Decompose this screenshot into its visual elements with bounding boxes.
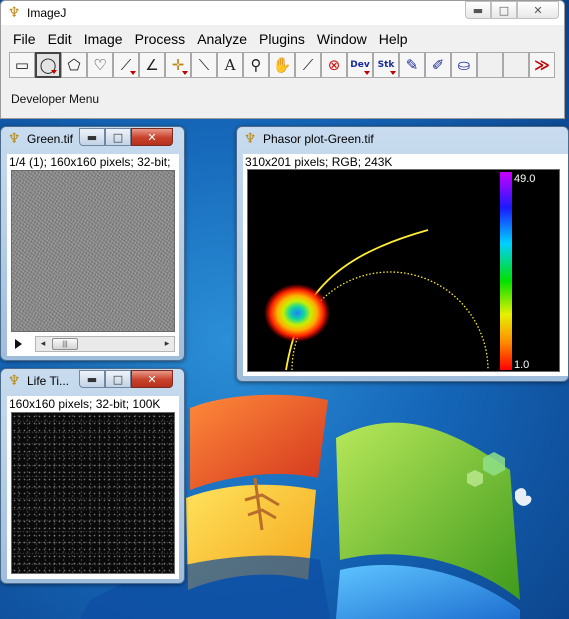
point-tool[interactable]: ✛ xyxy=(165,52,191,78)
imagej-minimize-button[interactable]: ▬ xyxy=(465,1,491,19)
polygon-tool[interactable]: ⬠ xyxy=(61,52,87,78)
wand-tool[interactable]: ⟍ xyxy=(191,52,217,78)
empty-tool-slot xyxy=(477,52,503,78)
phasor-plot-window: ♆ Phasor plot-Green.tif 310x201 pixels; … xyxy=(236,126,569,382)
tool-bar: ▭ ◯ ⬠ ♡ ⟋ ∠ ✛ ⟍ A ⚲ ✋ ⟋ ⊗ Dev Stk ✎ ✐ ⛀ … xyxy=(9,52,555,78)
menu-bar: File Edit Image Process Analyze Plugins … xyxy=(7,29,414,49)
menu-window[interactable]: Window xyxy=(311,29,373,49)
imagej-microscope-icon: ♆ xyxy=(7,373,21,389)
slice-scrollbar[interactable]: ◂ ||| ▸ xyxy=(35,336,175,352)
dev-menu-tool[interactable]: Dev xyxy=(347,52,373,78)
text-tool[interactable]: A xyxy=(217,52,243,78)
pencil-tool[interactable]: ✎ xyxy=(399,52,425,78)
phasor-cluster xyxy=(264,284,330,342)
green-image-window: ♆ Green.tif ▬ □ ✕ 1/4 (1); 160x160 pixel… xyxy=(0,126,185,361)
text-icon: A xyxy=(224,56,236,74)
lifetime-title: Life Ti... xyxy=(27,374,70,388)
freehand-tool[interactable]: ♡ xyxy=(87,52,113,78)
slice-scroll-thumb[interactable]: ||| xyxy=(52,338,78,350)
polygon-icon: ⬠ xyxy=(67,56,81,74)
menu-process[interactable]: Process xyxy=(129,29,192,49)
imagej-maximize-button[interactable]: □ xyxy=(491,1,517,19)
green-title: Green.tif xyxy=(27,132,74,146)
phasor-titlebar[interactable]: ♆ Phasor plot-Green.tif xyxy=(237,127,568,151)
magnifier-tool[interactable]: ⚲ xyxy=(243,52,269,78)
green-close-button[interactable]: ✕ xyxy=(131,128,173,146)
imagej-close-button[interactable]: ✕ xyxy=(517,1,559,19)
scroll-hand-tool[interactable]: ✋ xyxy=(269,52,295,78)
scroll-left-arrow[interactable]: ◂ xyxy=(36,337,50,351)
imagej-main-window: ♆ ImageJ ▬ □ ✕ File Edit Image Process A… xyxy=(0,0,565,119)
flood-fill-tool[interactable]: ⛀ xyxy=(451,52,477,78)
phasor-info-line: 310x201 pixels; RGB; 243K xyxy=(245,155,565,169)
status-bar: Developer Menu xyxy=(11,92,100,106)
menu-analyze[interactable]: Analyze xyxy=(191,29,253,49)
menu-help[interactable]: Help xyxy=(373,29,414,49)
oval-tool[interactable]: ◯ xyxy=(35,52,61,78)
imagej-titlebar[interactable]: ♆ ImageJ ▬ □ ✕ xyxy=(1,1,564,25)
brush-icon: ✐ xyxy=(431,56,445,74)
color-picker-tool[interactable]: ⟋ xyxy=(295,52,321,78)
green-image-canvas[interactable] xyxy=(11,170,175,332)
double-chevron-icon: ≫ xyxy=(534,56,550,74)
green-titlebar[interactable]: ♆ Green.tif ▬ □ ✕ xyxy=(1,127,184,151)
wand-icon: ⟍ xyxy=(198,56,210,74)
imagej-microscope-icon: ♆ xyxy=(7,5,21,21)
lifetime-image-canvas[interactable] xyxy=(11,412,175,574)
magnifier-icon: ⚲ xyxy=(250,56,262,74)
green-info-line: 1/4 (1); 160x160 pixels; 32-bit; xyxy=(9,155,177,169)
play-animation-icon[interactable] xyxy=(15,339,22,349)
rectangle-tool[interactable]: ▭ xyxy=(9,52,35,78)
menu-edit[interactable]: Edit xyxy=(42,29,78,49)
line-tool[interactable]: ⟋ xyxy=(113,52,139,78)
stop-icon: ⊗ xyxy=(327,56,341,74)
colorbar xyxy=(500,172,512,370)
phasor-client-area: 310x201 pixels; RGB; 243K 49.0 1.0 xyxy=(243,154,568,376)
lifetime-titlebar[interactable]: ♆ Life Ti... ▬ □ ✕ xyxy=(1,369,184,393)
lifetime-image-window: ♆ Life Ti... ▬ □ ✕ 160x160 pixels; 32-bi… xyxy=(0,368,185,584)
bucket-icon: ⛀ xyxy=(457,56,471,74)
lifetime-minimize-button[interactable]: ▬ xyxy=(79,370,105,388)
phasor-title: Phasor plot-Green.tif xyxy=(263,132,374,146)
brush-tool[interactable]: ✐ xyxy=(425,52,451,78)
lifetime-close-button[interactable]: ✕ xyxy=(131,370,173,388)
menu-file[interactable]: File xyxy=(7,29,42,49)
dev-label-icon: Dev xyxy=(350,60,370,70)
stop-tool[interactable]: ⊗ xyxy=(321,52,347,78)
scroll-right-arrow[interactable]: ▸ xyxy=(160,337,174,351)
slice-scroll-row: ◂ ||| ▸ xyxy=(11,336,175,352)
green-maximize-button[interactable]: □ xyxy=(105,128,131,146)
lifetime-info-line: 160x160 pixels; 32-bit; 100K xyxy=(9,397,177,411)
more-tools-button[interactable]: ≫ xyxy=(529,52,555,78)
stk-label-icon: Stk xyxy=(377,60,395,70)
phasor-plot-canvas[interactable]: 49.0 1.0 xyxy=(247,169,560,372)
pencil-icon: ✎ xyxy=(405,56,419,74)
imagej-microscope-icon: ♆ xyxy=(243,131,257,147)
green-minimize-button[interactable]: ▬ xyxy=(79,128,105,146)
phasor-plot-graphic: 49.0 1.0 xyxy=(264,172,535,371)
colorbar-max-label: 49.0 xyxy=(514,173,535,185)
menu-plugins[interactable]: Plugins xyxy=(253,29,311,49)
colorbar-min-label: 1.0 xyxy=(514,359,529,371)
angle-icon: ∠ xyxy=(145,56,159,74)
menu-image[interactable]: Image xyxy=(78,29,129,49)
freehand-icon: ♡ xyxy=(93,56,107,74)
angle-tool[interactable]: ∠ xyxy=(139,52,165,78)
hand-icon: ✋ xyxy=(272,56,292,74)
dropper-icon: ⟋ xyxy=(302,56,314,74)
green-client-area: 1/4 (1); 160x160 pixels; 32-bit; ◂ ||| ▸ xyxy=(7,154,179,356)
stk-menu-tool[interactable]: Stk xyxy=(373,52,399,78)
empty-tool-slot xyxy=(503,52,529,78)
imagej-title: ImageJ xyxy=(27,6,67,20)
lifetime-maximize-button[interactable]: □ xyxy=(105,370,131,388)
imagej-microscope-icon: ♆ xyxy=(7,131,21,147)
lifetime-client-area: 160x160 pixels; 32-bit; 100K xyxy=(7,396,179,579)
rectangle-icon: ▭ xyxy=(14,56,30,74)
